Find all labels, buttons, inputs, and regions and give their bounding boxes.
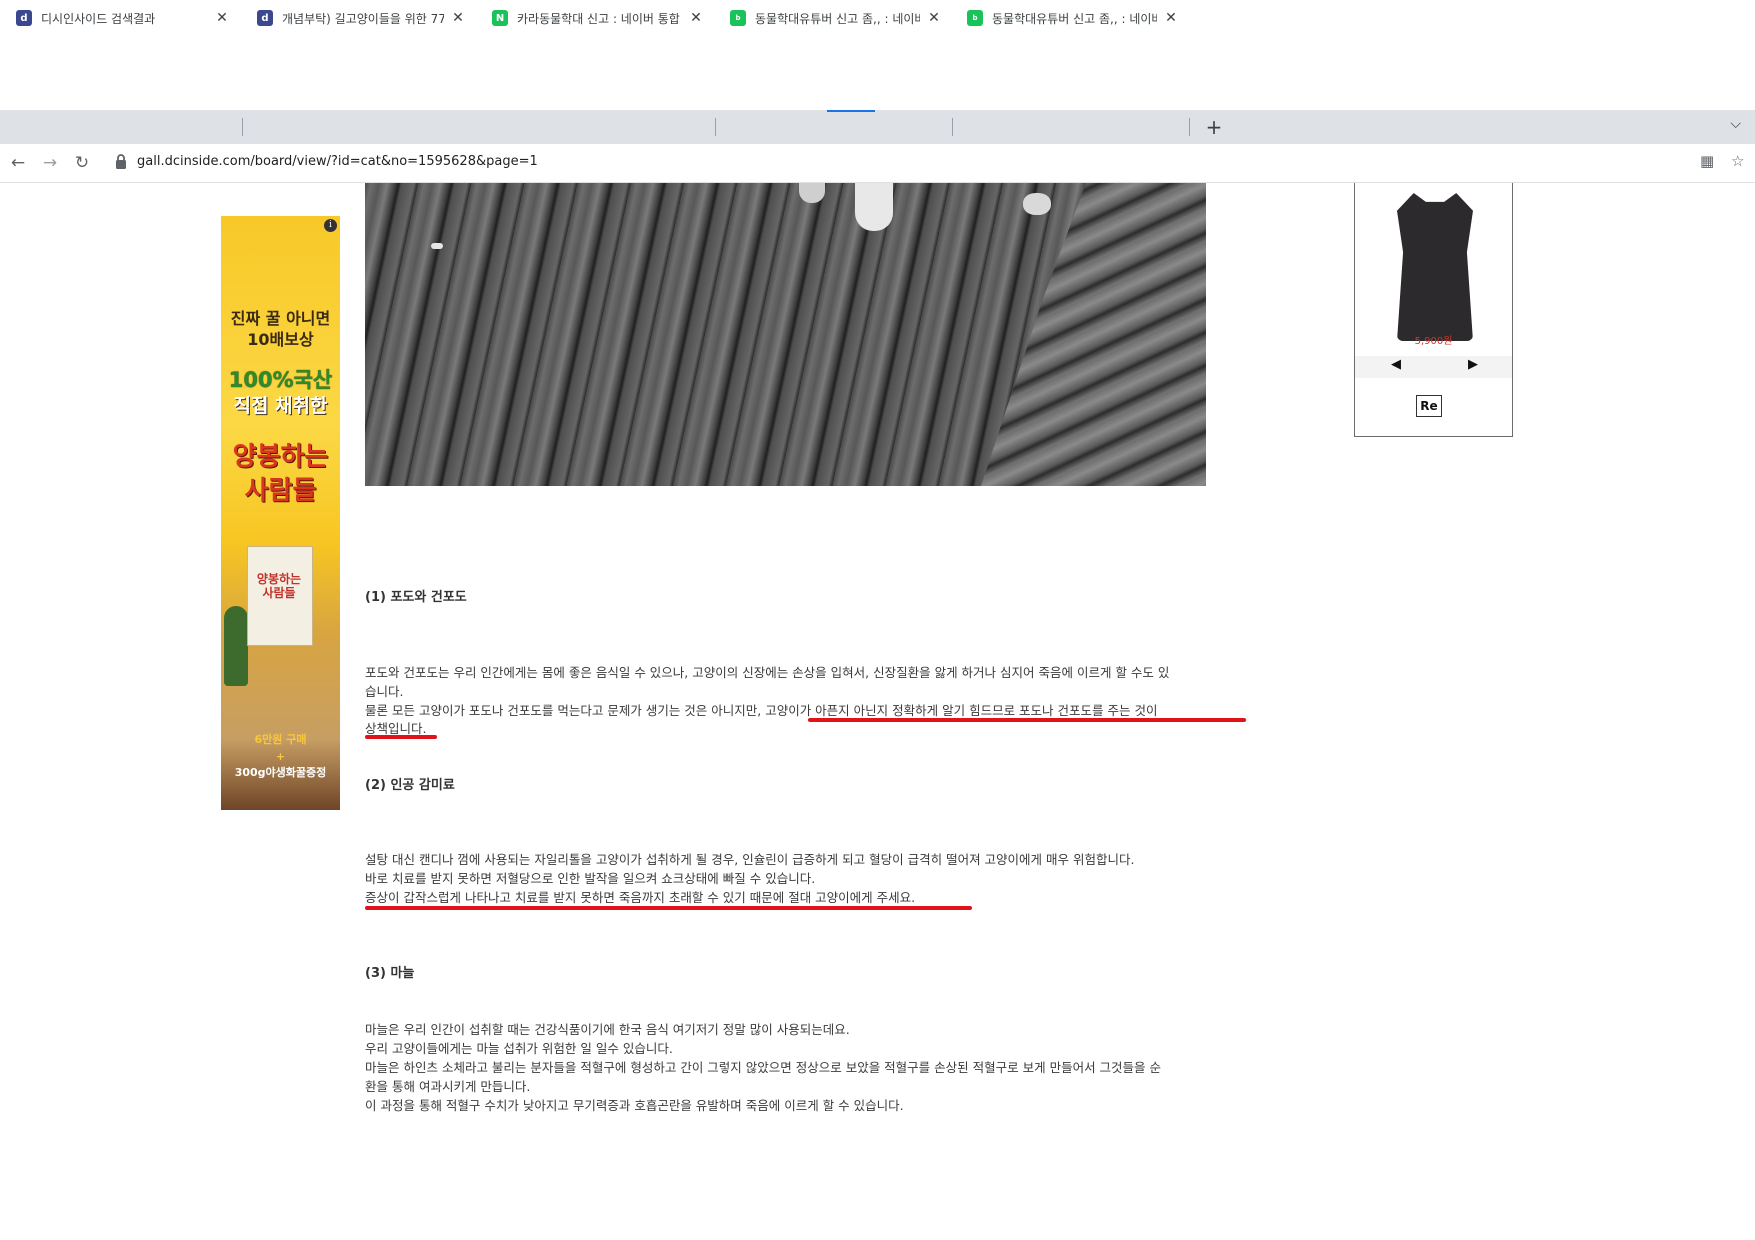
ad-line: 6만원 구매 — [254, 733, 307, 746]
bookmark-button[interactable]: ☆ — [1731, 152, 1744, 170]
ad-line: 진짜 꿀 아니면 — [230, 309, 331, 328]
article-photo — [365, 183, 1206, 486]
product-price: 5,900원 — [1414, 336, 1453, 347]
article-text: 증상이 갑작스럽게 나타나고 치료를 받지 못하면 죽음까지 초래할 수 있기 … — [365, 890, 916, 905]
tab-naver-blog-2[interactable]: b 동물학대유튜버 신고 좀,, : 네이버 ✕ — [953, 2, 1189, 34]
section-heading: (3) 마늘 — [365, 966, 415, 981]
carousel-controls — [1355, 356, 1512, 378]
honey-advertisement[interactable]: i 진짜 꿀 아니면 10배보상 100%국산 직접 채취한 양봉하는 사람들 … — [221, 216, 340, 810]
debris — [431, 243, 443, 249]
back-button[interactable]: ← — [6, 151, 30, 175]
red-underline — [365, 906, 972, 910]
article-text: 포도와 건포도는 우리 인간에게는 몸에 좋은 음식일 수 있으나, 고양이의 … — [365, 665, 1170, 680]
tab-article[interactable]: d 개념부탁) 길고양이들을 위한 77 ✕ — [243, 2, 476, 34]
tab-naver-blog-1[interactable]: b 동물학대유튜버 신고 좀,, : 네이버 ✕ — [716, 2, 952, 34]
arrow-right-icon: → — [42, 153, 58, 173]
info-icon[interactable]: i — [324, 219, 337, 232]
loading-indicator — [827, 110, 875, 112]
side-product-ad[interactable]: 5,900원 ◀ ▶ Re — [1354, 183, 1513, 437]
close-icon[interactable]: ✕ — [214, 10, 230, 26]
article-text: 마늘은 하인츠 소체라고 불리는 분자들을 적혈구에 형성하고 간이 그렇지 않… — [365, 1060, 1162, 1075]
ad-offer-text: 6만원 구매 + — [221, 731, 340, 765]
ad-gift-text: 300g야생화꿀증정 — [234, 766, 327, 779]
naver-icon: N — [492, 10, 508, 26]
cat-paw — [855, 183, 893, 231]
section-heading: (1) 포도와 건포도 — [365, 590, 467, 605]
bag-label: 양봉하는 사람들 — [256, 572, 302, 600]
qr-code-button[interactable]: ▦ — [1700, 152, 1714, 170]
article-text: 마늘은 우리 인간이 섭취할 때는 건강식품이기에 한국 음식 여기저기 정말 … — [365, 1022, 850, 1037]
article-text: 환을 통해 여과시키게 만듭니다. — [365, 1079, 531, 1094]
tab-title: 카라동물학대 신고 : 네이버 통합 — [517, 11, 680, 26]
tab-title: 개념부탁) 길고양이들을 위한 77 — [282, 11, 444, 26]
close-icon[interactable]: ✕ — [450, 10, 466, 26]
re-logo-button[interactable]: Re — [1416, 395, 1442, 417]
dcinside-icon: d — [16, 10, 32, 26]
arrow-left-icon: ← — [10, 153, 26, 173]
close-icon[interactable]: ✕ — [688, 10, 704, 26]
cat-paw — [799, 183, 825, 203]
close-icon[interactable]: ✕ — [1163, 10, 1179, 26]
article-text: 습니다. — [365, 684, 404, 699]
ad-headline: 진짜 꿀 아니면 10배보상 — [221, 308, 340, 350]
article-text: 설탕 대신 캔디나 껌에 사용되는 자일리톨을 고양이가 섭취하게 될 경우, … — [365, 852, 1135, 867]
carousel-next-button[interactable]: ▶ — [1468, 357, 1478, 372]
close-icon[interactable]: ✕ — [926, 10, 942, 26]
tab-separator — [952, 118, 953, 136]
vest-product-image[interactable] — [1397, 193, 1473, 341]
red-underline — [365, 735, 437, 739]
forward-button[interactable]: → — [38, 151, 62, 175]
deck-boards — [981, 183, 1206, 486]
tab-search-button[interactable]: ⌵ — [1730, 116, 1741, 132]
carousel-prev-button[interactable]: ◀ — [1391, 357, 1401, 372]
plus-icon: + — [1205, 115, 1223, 139]
dcinside-icon: d — [257, 10, 273, 26]
tab-title: 동물학대유튜버 신고 좀,, : 네이버 — [992, 11, 1157, 26]
plant-image — [224, 606, 248, 686]
naver-blog-icon: b — [730, 10, 746, 26]
article-text: 우리 고양이들에게는 마늘 섭취가 위험한 일 일수 있습니다. — [365, 1041, 673, 1056]
tab-separator — [1189, 118, 1190, 136]
ad-line: 10배보상 — [247, 330, 314, 349]
tab-dcinside-search[interactable]: d 디시인사이드 검색결과 ✕ — [2, 2, 240, 34]
new-tab-button[interactable]: + — [1200, 113, 1228, 141]
ad-brand-text: 양봉하는 사람들 — [221, 440, 340, 508]
article-text: 물론 모든 고양이가 포도나 건포도를 먹는다고 문제가 생기는 것은 아니지만… — [365, 703, 1158, 718]
reload-button[interactable]: ↻ — [70, 151, 94, 175]
red-underline — [808, 718, 1246, 722]
reload-icon: ↻ — [74, 153, 90, 173]
ad-origin-text: 100%국산 — [228, 368, 333, 392]
article-text: 바로 치료를 받지 못하면 저혈당으로 인한 발작을 일으켜 쇼크상태에 빠질 … — [365, 871, 816, 886]
qr-code-icon: ▦ — [1700, 152, 1715, 170]
section-heading: (2) 인공 감미료 — [365, 778, 455, 793]
tab-separator — [715, 118, 716, 136]
tab-title: 디시인사이드 검색결과 — [41, 11, 156, 26]
triangle-right-icon: ▶ — [1468, 357, 1478, 372]
star-icon: ☆ — [1731, 152, 1745, 170]
article-text: 이 과정을 통해 적혈구 수치가 낮아지고 무기력증과 호흡곤란을 유발하며 죽… — [365, 1098, 904, 1113]
ad-line: 양봉하는 — [232, 442, 329, 472]
tab-separator — [242, 118, 243, 136]
pebble — [1023, 193, 1051, 215]
naver-blog-icon: b — [967, 10, 983, 26]
ad-harvest-text: 직접 채취한 — [233, 395, 328, 417]
tab-bar — [0, 110, 1755, 144]
chevron-down-icon: ⌵ — [1730, 116, 1741, 132]
url-bar[interactable]: gall.dcinside.com/board/view/?id=cat&no=… — [137, 154, 538, 169]
ad-line: 사람들 — [244, 476, 317, 506]
tab-naver-search[interactable]: N 카라동물학대 신고 : 네이버 통합 ✕ — [478, 2, 714, 34]
lock-icon[interactable] — [114, 153, 128, 171]
triangle-left-icon: ◀ — [1391, 357, 1401, 372]
tab-title: 동물학대유튜버 신고 좀,, : 네이버 — [755, 11, 920, 26]
ad-line: + — [275, 750, 286, 763]
